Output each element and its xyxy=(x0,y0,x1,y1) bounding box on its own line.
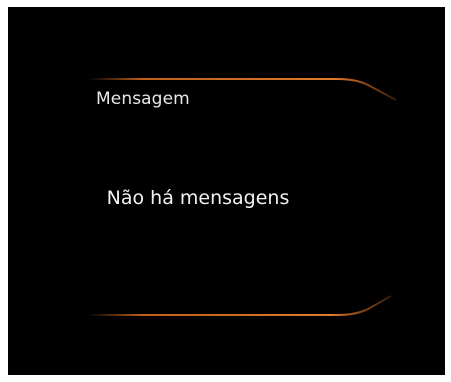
empty-state-message: Não há mensagens xyxy=(106,187,290,209)
bottom-accent-line xyxy=(88,295,392,316)
page-title: Mensagem xyxy=(96,89,190,109)
messages-screen: Mensagem Não há mensagens xyxy=(8,7,445,375)
